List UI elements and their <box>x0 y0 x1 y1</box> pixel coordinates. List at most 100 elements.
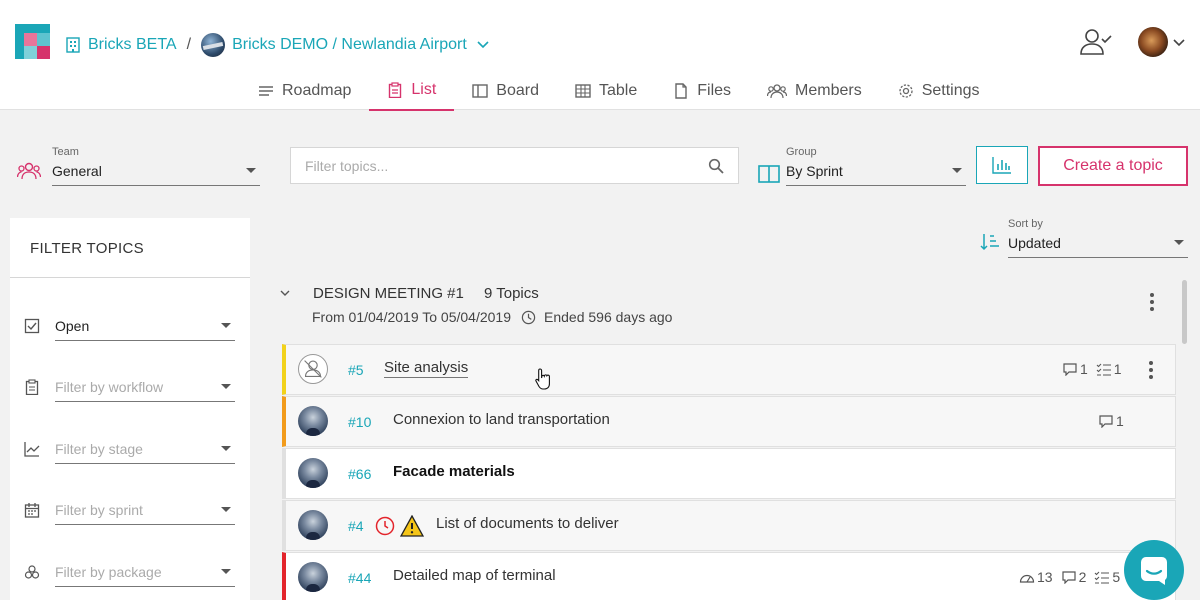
org-link[interactable]: Bricks BETA <box>88 36 177 54</box>
caret-down-icon <box>221 569 231 574</box>
workflow-placeholder: Filter by workflow <box>55 378 164 395</box>
sprint-placeholder: Filter by sprint <box>55 501 143 518</box>
tab-members[interactable]: Members <box>749 70 880 111</box>
group-value: By Sprint <box>786 162 843 179</box>
topic-meta: 1 1 <box>1062 361 1130 377</box>
tab-label: Files <box>697 81 732 99</box>
project-avatar <box>201 33 226 57</box>
topic-title[interactable]: Detailed map of terminal <box>393 567 556 584</box>
scrollbar-thumb[interactable] <box>1182 280 1187 344</box>
comment-icon <box>1063 363 1077 376</box>
topic-number[interactable]: #44 <box>348 570 371 586</box>
search-box <box>290 147 739 184</box>
filter-sprint[interactable]: Filter by sprint <box>24 495 235 525</box>
topic-number[interactable]: #5 <box>348 362 364 378</box>
group-select[interactable]: By Sprint <box>786 156 966 186</box>
user-check-icon[interactable] <box>1080 28 1112 56</box>
tab-label: Roadmap <box>282 81 352 99</box>
sprint-menu-kebab-icon[interactable] <box>1150 293 1154 311</box>
overdue-clock-icon <box>375 516 395 536</box>
statistics-button[interactable] <box>976 146 1028 184</box>
sprint-select[interactable]: Filter by sprint <box>55 495 235 525</box>
assignee-avatar <box>298 406 328 436</box>
topic-row[interactable]: #10 Connexion to land transportation 1 <box>282 396 1176 447</box>
sprint-dates: From 01/04/2019 To 05/04/2019 Ended 596 … <box>312 309 672 325</box>
checklist-icon <box>1094 571 1110 584</box>
sprint-date-range: From 01/04/2019 To 05/04/2019 <box>312 309 512 325</box>
topic-title[interactable]: Facade materials <box>393 463 515 480</box>
sprint-name: DESIGN MEETING #1 <box>313 285 464 302</box>
topic-title[interactable]: List of documents to deliver <box>436 515 619 532</box>
clipboard-icon <box>25 379 39 395</box>
checklist-icon <box>1096 363 1111 376</box>
tab-files[interactable]: Files <box>655 70 749 111</box>
calendar-icon <box>24 503 40 518</box>
topic-row[interactable]: #66 Facade materials <box>282 448 1176 499</box>
filter-stage[interactable]: Filter by stage <box>24 434 235 464</box>
stage-placeholder: Filter by stage <box>55 440 143 457</box>
hand-cursor-icon <box>535 368 550 390</box>
topic-title[interactable]: Site analysis <box>384 359 469 378</box>
topic-number[interactable]: #66 <box>348 466 371 482</box>
tab-list[interactable]: List <box>369 70 455 111</box>
breadcrumb: Bricks BETA / Bricks DEMO / Newlandia Ai… <box>66 33 489 57</box>
building-icon <box>66 37 80 53</box>
search-icon[interactable] <box>708 158 724 174</box>
checkbox-icon <box>24 318 40 334</box>
sprint-ended: Ended 596 days ago <box>544 309 673 325</box>
filter-status[interactable]: Open <box>24 311 235 341</box>
caret-down-icon <box>1174 240 1184 245</box>
comment-count: 1 <box>1080 361 1088 377</box>
status-select[interactable]: Open <box>55 311 235 341</box>
tab-table[interactable]: Table <box>557 70 655 111</box>
tab-roadmap[interactable]: Roadmap <box>240 70 369 111</box>
board-icon <box>472 83 488 98</box>
collapse-chevron-icon[interactable] <box>280 290 290 297</box>
tab-label: List <box>411 80 437 98</box>
menu-icon <box>259 85 273 96</box>
app-logo[interactable] <box>15 24 50 59</box>
comment-count: 1 <box>1116 413 1124 429</box>
topic-title[interactable]: Connexion to land transportation <box>393 411 610 428</box>
create-topic-button[interactable]: Create a topic <box>1038 146 1188 186</box>
columns-icon <box>758 165 780 183</box>
assignee-avatar <box>298 510 328 540</box>
status-value: Open <box>55 317 90 334</box>
package-select[interactable]: Filter by package <box>55 557 235 587</box>
assignee-avatar <box>298 458 328 488</box>
clipboard-icon <box>389 81 402 98</box>
tab-settings[interactable]: Settings <box>880 70 998 111</box>
stage-select[interactable]: Filter by stage <box>55 434 235 464</box>
caret-down-icon <box>221 384 231 389</box>
search-input[interactable] <box>305 157 708 174</box>
workflow-select[interactable]: Filter by workflow <box>55 372 235 402</box>
tab-label: Table <box>598 81 638 99</box>
topic-row[interactable]: #44 Detailed map of terminal 13 2 5 <box>282 552 1176 600</box>
user-avatar[interactable] <box>1138 27 1168 57</box>
chevron-down-icon[interactable] <box>477 41 489 49</box>
topic-number[interactable]: #4 <box>348 518 364 534</box>
sprint-topic-count: 9 Topics <box>484 285 539 302</box>
members-icon <box>767 83 788 98</box>
filter-package[interactable]: Filter by package <box>24 557 235 587</box>
chevron-down-icon[interactable] <box>1173 39 1185 47</box>
caret-down-icon <box>952 168 962 173</box>
chat-launcher-button[interactable] <box>1124 540 1184 600</box>
table-icon <box>575 83 591 98</box>
topic-row[interactable]: #4 List of documents to deliver <box>282 500 1176 551</box>
project-selector[interactable]: Bricks DEMO / Newlandia Airport <box>232 36 467 54</box>
team-value: General <box>52 162 102 179</box>
filter-workflow[interactable]: Filter by workflow <box>24 372 235 402</box>
topic-number[interactable]: #10 <box>348 414 371 430</box>
tab-board[interactable]: Board <box>454 70 557 111</box>
clock-icon <box>521 310 536 324</box>
team-select[interactable]: General <box>52 156 260 186</box>
topic-menu-kebab-icon[interactable] <box>1149 361 1153 379</box>
topic-row[interactable]: #5 Site analysis 1 1 <box>282 344 1176 395</box>
gear-icon <box>899 83 913 98</box>
main-tabs: Roadmap List Board Table Files Members S… <box>240 70 998 111</box>
comment-icon <box>1099 415 1113 428</box>
tab-label: Settings <box>921 81 980 99</box>
sort-select[interactable]: Updated <box>1008 228 1188 258</box>
package-placeholder: Filter by package <box>55 563 162 580</box>
